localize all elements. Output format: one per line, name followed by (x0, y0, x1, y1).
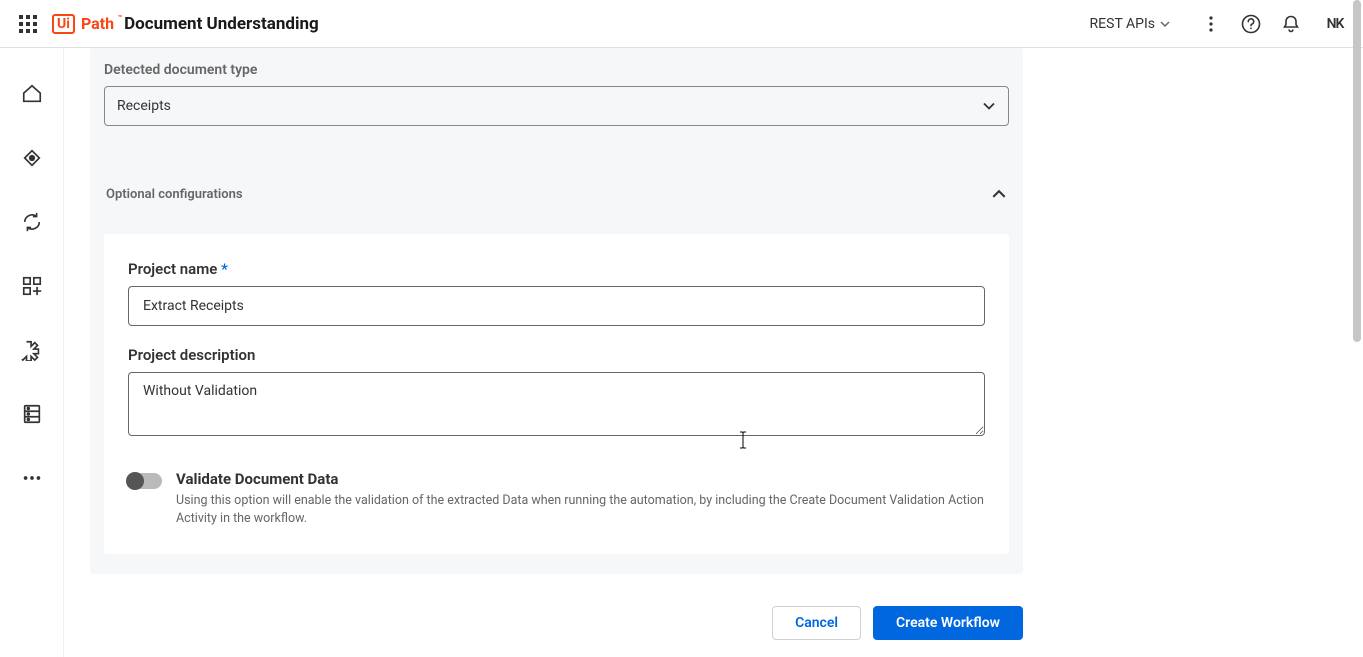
scrollbar[interactable] (1351, 0, 1363, 657)
logo-ui-text: Ui (52, 14, 75, 34)
bell-icon (1281, 14, 1301, 34)
project-description-label: Project description (128, 346, 985, 364)
detected-doc-type-label: Detected document type (104, 62, 1009, 78)
sidebar-item-storage[interactable] (14, 396, 50, 432)
storage-icon (21, 403, 43, 425)
puzzle-icon (21, 339, 43, 361)
sidebar-item-home[interactable] (14, 76, 50, 112)
apps-grid-icon (19, 15, 37, 33)
optional-config-card: Project name * Project description (104, 234, 1009, 554)
chevron-down-icon (1159, 18, 1171, 30)
project-description-textarea[interactable] (128, 372, 985, 436)
sidebar-item-add[interactable] (14, 268, 50, 304)
more-menu-button[interactable] (1193, 6, 1229, 42)
top-bar: Ui Path™ Document Understanding REST API… (0, 0, 1363, 48)
rest-api-dropdown[interactable]: REST APIs (1082, 12, 1179, 36)
create-workflow-button[interactable]: Create Workflow (873, 606, 1023, 640)
left-nav-rail (0, 48, 64, 657)
user-avatar[interactable]: NK (1319, 8, 1351, 40)
sidebar-item-refresh[interactable] (14, 204, 50, 240)
chevron-down-icon (982, 99, 996, 113)
help-icon (1241, 14, 1261, 34)
sync-icon (21, 211, 43, 233)
logo-path-text: Path™ (81, 14, 114, 33)
apps-launcher-button[interactable] (12, 8, 44, 40)
footer-actions: Cancel Create Workflow (90, 606, 1023, 640)
rest-api-label: REST APIs (1090, 16, 1155, 32)
app-title: Document Understanding (124, 14, 319, 34)
sidebar-item-more[interactable] (14, 460, 50, 496)
kebab-icon (1202, 15, 1220, 33)
validate-toggle-title: Validate Document Data (176, 470, 985, 488)
validate-toggle-description: Using this option will enable the valida… (176, 492, 985, 528)
config-panel: Detected document type Receipts Optional… (90, 48, 1023, 574)
validate-toggle[interactable] (128, 473, 162, 489)
scrollbar-thumb[interactable] (1353, 0, 1361, 342)
help-button[interactable] (1233, 6, 1269, 42)
required-indicator: * (221, 260, 228, 278)
project-name-input[interactable] (128, 286, 985, 326)
ellipsis-icon (21, 467, 43, 489)
project-name-label: Project name * (128, 260, 985, 278)
optional-config-label: Optional configurations (106, 187, 243, 202)
cancel-button[interactable]: Cancel (772, 606, 861, 640)
sidebar-item-classifier[interactable] (14, 140, 50, 176)
content-area: Detected document type Receipts Optional… (64, 48, 1363, 657)
detected-doc-type-select[interactable]: Receipts (104, 86, 1009, 126)
chevron-up-icon (991, 186, 1007, 202)
select-value: Receipts (117, 98, 171, 114)
optional-config-toggle[interactable]: Optional configurations (104, 186, 1009, 202)
toggle-knob (126, 472, 144, 490)
target-icon (21, 147, 43, 169)
grid-add-icon (21, 275, 43, 297)
avatar-initials: NK (1327, 16, 1344, 32)
notifications-button[interactable] (1273, 6, 1309, 42)
logo[interactable]: Ui Path™ Document Understanding (52, 14, 319, 34)
sidebar-item-extensions[interactable] (14, 332, 50, 368)
home-icon (21, 83, 43, 105)
